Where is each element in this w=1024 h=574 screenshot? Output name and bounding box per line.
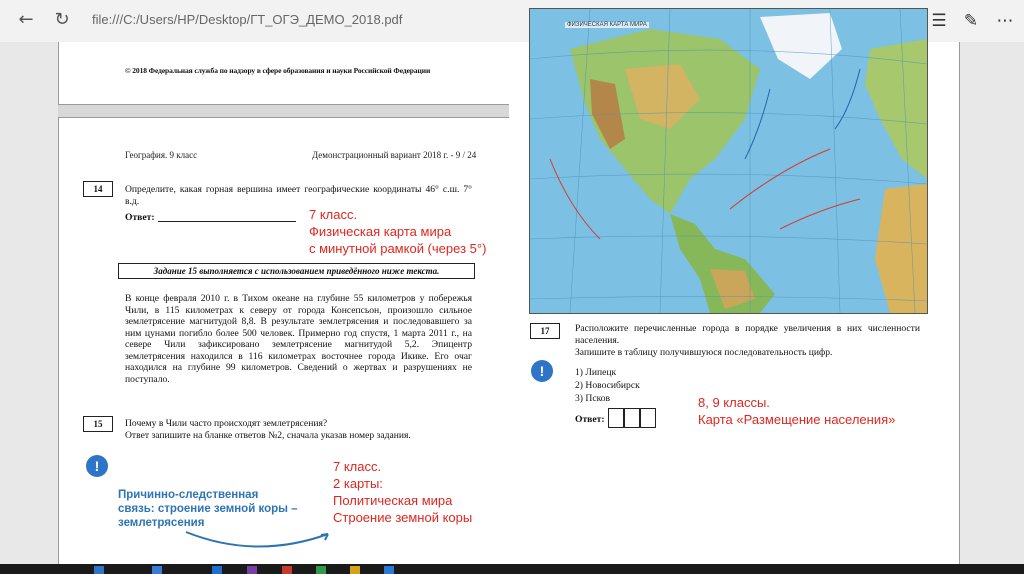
question-number-15: 15 [83,416,113,432]
refresh-icon: ↻ [54,9,70,30]
note-89class-population-map: 8, 9 классы. Карта «Размещение населения… [698,394,895,428]
note-line: с минутной рамкой (через 5°) [309,241,487,256]
question-number-17: 17 [530,323,560,339]
alert-icon: ! [86,455,108,477]
question-15-line2: Ответ запишите на бланке ответов №2, сна… [125,430,411,441]
question-15-line1: Почему в Чили часто происходят землетряс… [125,418,328,429]
app-icon[interactable] [247,566,257,574]
app-icon[interactable] [282,566,292,574]
app-icon[interactable] [94,566,104,574]
task-15-instruction: Задание 15 выполняется с использованием … [118,263,475,279]
question-14-text: Определите, какая горная вершина имеет г… [125,184,472,207]
question-17-option-2: 2) Новосибирск [575,380,640,391]
answer-cell [608,408,624,428]
question-17-option-3: 3) Псков [575,393,611,404]
web-note-button[interactable]: ✎ [960,10,982,32]
pen-icon: ✎ [963,11,979,31]
note-line: Причинно-следственная [118,489,259,501]
app-icon[interactable] [152,566,162,574]
question-14-answer-label: Ответ: [125,212,155,223]
question-number-14: 14 [83,181,113,197]
note-line: 7 класс. [333,459,382,474]
hub-button[interactable]: ☰ [928,10,950,32]
map-title: ФИЗИЧЕСКАЯ КАРТА МИРА [565,22,649,28]
copyright-line: © 2018 Федеральная служба по надзору в с… [125,66,431,75]
physical-world-map [529,8,928,314]
question-17-option-1: 1) Липецк [575,367,617,378]
note-line: 7 класс. [309,207,358,222]
note-7class-two-maps: 7 класс. 2 карты: Политическая мира Стро… [333,458,472,526]
curved-arrow [185,531,329,548]
answer-cell [624,408,640,428]
question-17-answer-label: Ответ: [575,414,605,425]
note-line: Карта «Размещение населения» [698,412,896,427]
address-bar[interactable]: file:///C:/Users/HP/Desktop/ГТ_ОГЭ_ДЕМО_… [92,12,402,27]
note-line: связь: строение земной коры – [118,503,298,515]
alert-icon: ! [531,360,553,382]
question-17-line2: Запишите в таблицу получившуюся последов… [575,347,833,358]
note-7class-physical-map: 7 класс. Физическая карта мира с минутно… [309,206,486,257]
note-line: Физическая карта мира [309,224,452,239]
page-header-right: Демонстрационный вариант 2018 г. - 9 / 2… [312,150,477,160]
earthquake-passage: В конце февраля 2010 г. в Тихом океане н… [125,293,472,385]
hamburger-icon: ☰ [931,11,947,31]
app-icon[interactable] [384,566,394,574]
question-14-answer-line [158,221,296,222]
page-separator [58,104,509,118]
note-line: Строение земной коры [333,510,473,525]
refresh-button[interactable]: ↻ [50,8,74,32]
back-button[interactable]: ← [14,8,38,32]
app-icon[interactable] [350,566,360,574]
answer-cell [640,408,656,428]
map-graphic [530,9,927,313]
note-line: Политическая мира [333,493,453,508]
note-line: 8, 9 классы. [698,395,770,410]
note-line: 2 карты: [333,476,383,491]
question-17-line1: Расположите перечисленные города в поряд… [575,323,920,346]
app-icon[interactable] [316,566,326,574]
arrow-left-icon: ← [18,9,34,30]
more-button[interactable]: ⋯ [994,10,1016,32]
more-icon: ⋯ [996,11,1014,31]
note-cause-effect: Причинно-следственная связь: строение зе… [118,488,298,530]
app-icon[interactable] [212,566,222,574]
page-header-left: География. 9 класс [125,150,198,160]
